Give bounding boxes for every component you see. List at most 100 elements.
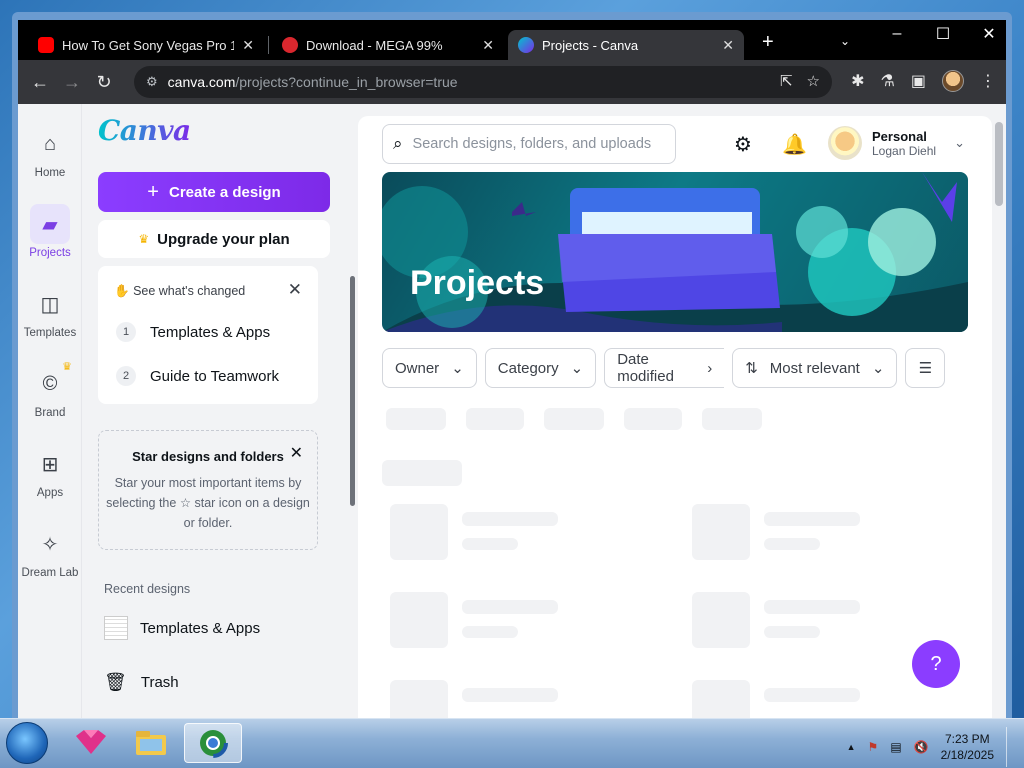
sort-dropdown[interactable]: ⇅ Most relevant ⌄ bbox=[732, 348, 898, 388]
labs-icon[interactable]: ⚗ bbox=[881, 71, 895, 91]
canva-logo[interactable]: Canva bbox=[98, 114, 191, 147]
account-user: Logan Diehl bbox=[872, 143, 937, 158]
scrollbar-thumb[interactable] bbox=[995, 122, 1003, 206]
url-host: canva.com bbox=[167, 74, 236, 90]
category-filter[interactable]: Category ⌄ bbox=[484, 348, 597, 388]
close-tab-icon[interactable]: ✕ bbox=[714, 37, 734, 54]
browser-window: How To Get Sony Vegas Pro 14 F ✕ Downloa… bbox=[12, 12, 1012, 718]
taskbar-chrome[interactable] bbox=[184, 723, 242, 763]
start-button[interactable] bbox=[6, 722, 48, 764]
star-card-title: Star designs and folders bbox=[132, 449, 284, 464]
page-scrollbar[interactable] bbox=[992, 116, 1006, 712]
list-view-toggle[interactable]: ☰ bbox=[905, 348, 946, 388]
rail-dream-lab[interactable]: ✧ Dream Lab bbox=[18, 524, 82, 580]
close-icon[interactable]: ✕ bbox=[290, 443, 303, 463]
profile-avatar-icon[interactable] bbox=[942, 70, 964, 92]
address-bar[interactable]: ⚙ canva.com/projects?continue_in_browser… bbox=[134, 66, 832, 98]
skeleton-thumbnail bbox=[390, 592, 448, 648]
recent-designs-heading: Recent designs bbox=[104, 582, 191, 596]
crown-icon: ♛ bbox=[138, 232, 150, 246]
tab-strip: How To Get Sony Vegas Pro 14 F ✕ Downloa… bbox=[18, 20, 1006, 60]
tab-search-icon[interactable]: ⌄ bbox=[840, 34, 850, 48]
skeleton-thumbnail bbox=[390, 504, 448, 560]
canva-page: ⌂ Home ▰ Projects ◫ Templates ♛ © Brand … bbox=[18, 104, 1006, 718]
show-desktop-button[interactable] bbox=[1006, 727, 1018, 767]
step-number: 2 bbox=[116, 366, 136, 386]
help-button[interactable]: ? bbox=[912, 640, 960, 688]
tab-mega[interactable]: Download - MEGA 99% ✕ bbox=[272, 30, 504, 60]
skeleton-tab bbox=[466, 408, 524, 430]
folder-icon bbox=[136, 731, 166, 755]
filter-label: Date modified bbox=[617, 351, 674, 385]
tab-title: Projects - Canva bbox=[542, 37, 639, 53]
whats-new-item[interactable]: 2 Guide to Teamwork bbox=[116, 366, 279, 386]
templates-icon: ◫ bbox=[40, 293, 60, 316]
skeleton-line bbox=[764, 512, 860, 526]
skeleton-line bbox=[462, 512, 558, 526]
filter-label: Owner bbox=[395, 359, 440, 377]
account-switcher[interactable]: Personal Logan Diehl ⌄ bbox=[828, 126, 965, 160]
upgrade-plan-button[interactable]: ♛ Upgrade your plan bbox=[98, 220, 330, 258]
skeleton-line bbox=[764, 688, 860, 702]
owner-filter[interactable]: Owner ⌄ bbox=[382, 348, 477, 388]
new-tab-icon[interactable]: + bbox=[762, 32, 774, 52]
forward-icon[interactable]: → bbox=[56, 72, 88, 93]
trash-link[interactable]: 🗑 Trash bbox=[104, 672, 179, 693]
upgrade-plan-label: Upgrade your plan bbox=[157, 230, 290, 248]
volume-muted-icon[interactable]: 🔇 bbox=[914, 740, 929, 754]
whats-new-card: ✋ See what's changed ✕ 1 Templates & App… bbox=[98, 266, 318, 404]
close-tab-icon[interactable]: ✕ bbox=[474, 37, 494, 54]
skeleton-line bbox=[462, 688, 558, 702]
taskbar-explorer[interactable] bbox=[122, 723, 180, 763]
rail-projects[interactable]: ▰ Projects bbox=[18, 204, 82, 259]
skeleton-line bbox=[764, 626, 820, 638]
rail-templates[interactable]: ◫ Templates bbox=[18, 284, 82, 340]
create-design-button[interactable]: + Create a design bbox=[98, 172, 330, 212]
canva-icon bbox=[518, 37, 534, 53]
minimize-icon[interactable]: – bbox=[874, 20, 920, 48]
rail-home[interactable]: ⌂ Home bbox=[18, 124, 82, 180]
rail-label: Dream Lab bbox=[21, 567, 79, 579]
projects-banner: Projects bbox=[382, 172, 968, 332]
extensions-icon[interactable]: ✱ bbox=[851, 71, 864, 91]
close-tab-icon[interactable]: ✕ bbox=[234, 37, 254, 54]
settings-gear-icon[interactable]: ⚙ bbox=[734, 132, 752, 157]
bookmark-star-icon[interactable]: ☆ bbox=[807, 72, 820, 90]
skeleton-tab bbox=[544, 408, 604, 430]
reload-icon[interactable]: ↻ bbox=[88, 72, 120, 93]
install-icon[interactable]: ⇱ bbox=[780, 72, 793, 90]
network-icon[interactable]: ▤ bbox=[890, 740, 901, 754]
recent-design-item[interactable]: Templates & Apps bbox=[104, 616, 260, 640]
date-modified-filter[interactable]: Date modified › bbox=[604, 348, 725, 388]
taskbar-app[interactable] bbox=[62, 723, 120, 763]
skeleton-thumbnail bbox=[692, 592, 750, 648]
menu-icon[interactable]: ⋮ bbox=[980, 71, 996, 91]
browser-toolbar: ← → ↻ ⚙ canva.com/projects?continue_in_b… bbox=[18, 60, 1006, 104]
clock[interactable]: 7:23 PM 2/18/2025 bbox=[941, 731, 994, 763]
close-window-icon[interactable]: ✕ bbox=[966, 20, 1012, 48]
notifications-bell-icon[interactable]: 🔔 bbox=[782, 132, 807, 157]
chevron-down-icon: ⌄ bbox=[451, 360, 464, 377]
whats-new-title: See what's changed bbox=[133, 284, 246, 298]
rail-brand[interactable]: ♛ © Brand bbox=[18, 361, 82, 419]
projects-main: ⌕ Search designs, folders, and uploads ⚙… bbox=[358, 116, 992, 718]
rail-label: Home bbox=[34, 167, 66, 179]
rail-label: Templates bbox=[23, 327, 77, 339]
back-icon[interactable]: ← bbox=[24, 72, 56, 93]
close-icon[interactable]: ✕ bbox=[288, 280, 302, 300]
side-panel-icon[interactable]: ▣ bbox=[911, 71, 926, 91]
chevron-right-icon: › bbox=[707, 359, 713, 377]
search-input[interactable]: ⌕ Search designs, folders, and uploads bbox=[382, 124, 676, 164]
sort-icon: ⇅ bbox=[745, 360, 758, 377]
clock-time: 7:23 PM bbox=[944, 732, 990, 746]
site-info-icon[interactable]: ⚙ bbox=[146, 74, 158, 90]
whats-new-item[interactable]: 1 Templates & Apps bbox=[116, 322, 270, 342]
tray-expand-icon[interactable]: ▲ bbox=[847, 742, 856, 752]
tab-youtube[interactable]: How To Get Sony Vegas Pro 14 F ✕ bbox=[28, 30, 264, 60]
action-center-icon[interactable]: ⚑ bbox=[868, 740, 879, 754]
rail-apps[interactable]: ⊞ Apps bbox=[18, 444, 82, 500]
chevron-down-icon: ⌄ bbox=[954, 135, 965, 150]
maximize-icon[interactable]: ☐ bbox=[920, 20, 966, 48]
tab-canva[interactable]: Projects - Canva ✕ bbox=[508, 30, 744, 60]
sidebar-scrollbar[interactable] bbox=[350, 276, 355, 506]
